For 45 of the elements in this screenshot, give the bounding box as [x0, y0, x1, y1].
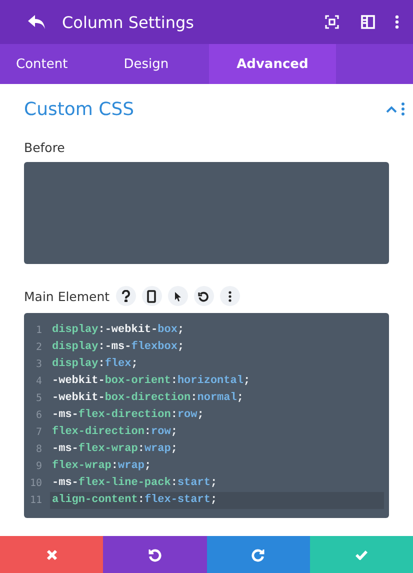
line-number: 5 — [34, 393, 43, 404]
line-number: 11 — [28, 495, 43, 506]
close-icon — [46, 548, 58, 560]
phone-icon — [147, 290, 156, 302]
code-line: -ms-flex-wrap:wrap; — [51, 442, 178, 457]
pointer-button[interactable] — [168, 286, 188, 306]
redo-icon — [251, 548, 266, 562]
field-label: Main Element — [24, 288, 110, 304]
settings-tab[interactable]: Advanced — [208, 44, 336, 84]
line-number: 2 — [34, 342, 43, 353]
code-line: -webkit-box-direction:normal; — [51, 391, 244, 406]
line-number: 7 — [34, 427, 43, 438]
line-number: 3 — [34, 359, 43, 370]
mobile-device-button[interactable] — [142, 286, 162, 306]
code-line: -ms-flex-line-pack:start; — [51, 476, 218, 491]
code-line: -ms-flex-direction:row; — [51, 408, 205, 423]
cursor-icon — [174, 290, 182, 302]
code-line: display:-ms-flexbox; — [51, 340, 186, 355]
more-options-button[interactable] — [220, 286, 240, 306]
code-editor[interactable] — [24, 313, 389, 518]
line-number: 8 — [34, 444, 43, 455]
section-title: Custom CSS — [24, 98, 136, 120]
code-line: flex-wrap:wrap; — [51, 458, 152, 474]
reset-arrow-icon — [198, 290, 210, 302]
checkmark-icon — [354, 550, 368, 560]
question-mark-icon — [120, 290, 131, 302]
code-line: display:flex; — [51, 356, 139, 372]
field-label: Before — [24, 140, 65, 155]
undo-button[interactable] — [103, 536, 206, 573]
settings-tab[interactable]: Content — [0, 44, 84, 84]
reset-button[interactable] — [194, 286, 214, 306]
settings-tab[interactable]: Design — [84, 44, 209, 84]
css-input-field[interactable] — [24, 162, 389, 264]
undo-icon — [148, 548, 162, 562]
line-number: 4 — [34, 376, 43, 387]
code-line: display:-webkit-box; — [51, 323, 186, 338]
line-number: 1 — [34, 325, 43, 336]
line-number: 10 — [28, 478, 43, 489]
line-number: 6 — [34, 410, 43, 421]
code-line: -webkit-box-orient:horizontal; — [51, 374, 252, 389]
code-line: flex-direction:row; — [51, 424, 178, 440]
window-title: Column Settings — [62, 12, 195, 32]
help-button[interactable] — [116, 286, 136, 306]
line-number: 9 — [34, 461, 43, 472]
more-options-icon — [228, 290, 232, 302]
